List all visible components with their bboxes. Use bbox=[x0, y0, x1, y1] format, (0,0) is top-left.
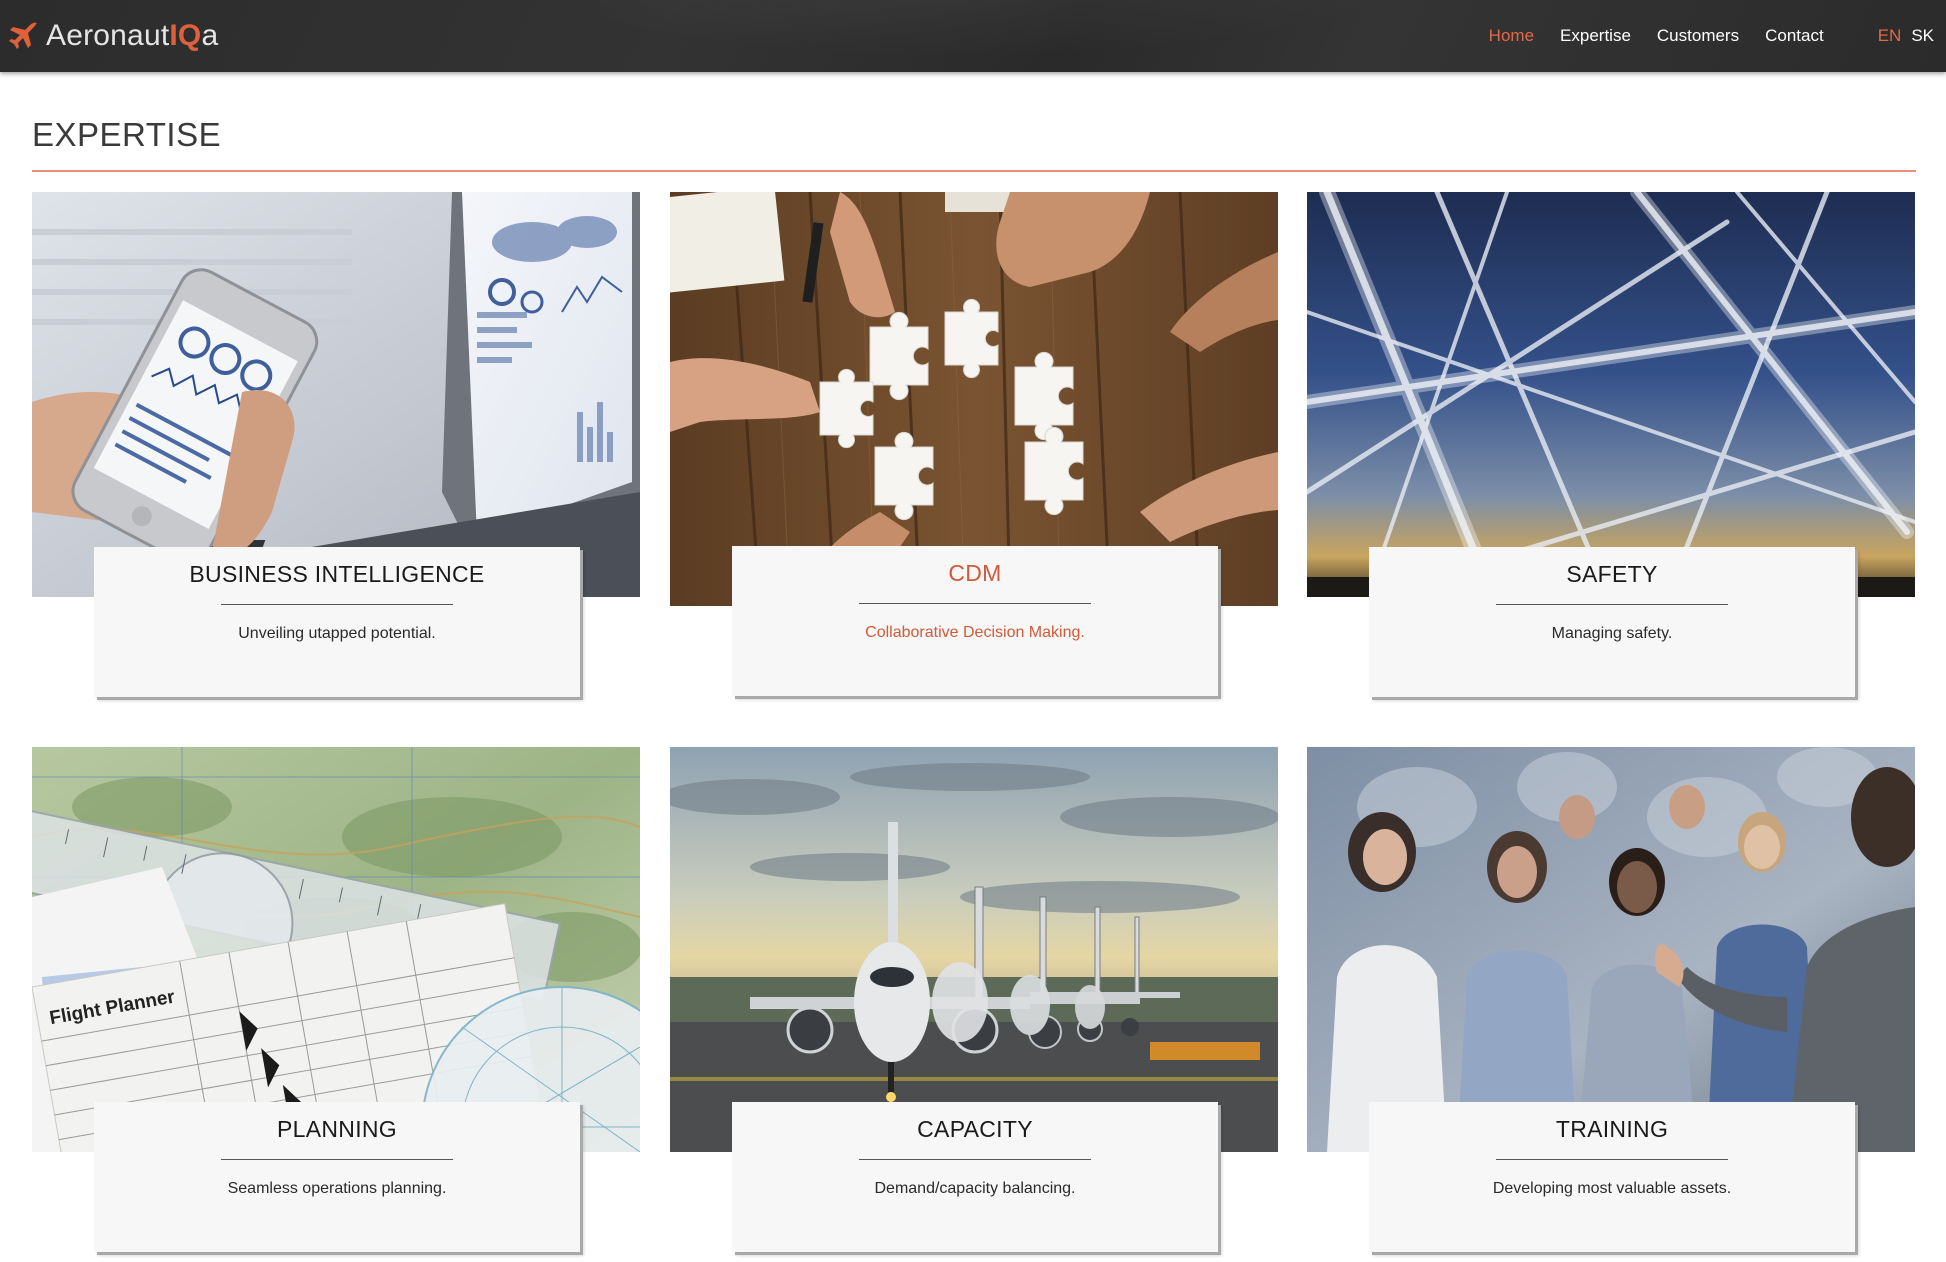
card-title: TRAINING bbox=[1555, 1116, 1669, 1142]
card-subtitle: Managing safety. bbox=[1551, 625, 1673, 642]
language-switcher: EN SK bbox=[1868, 26, 1934, 46]
card-cdm[interactable]: CDM Collaborative Decision Making. bbox=[670, 192, 1278, 702]
brand-name: AeronautIQa bbox=[46, 19, 219, 52]
card-subtitle: Seamless operations planning. bbox=[227, 1180, 447, 1197]
card-training[interactable]: TRAINING Developing most valuable assets… bbox=[1307, 747, 1915, 1257]
card-title: CAPACITY bbox=[917, 1116, 1033, 1142]
lang-en[interactable]: EN bbox=[1878, 26, 1902, 46]
card-title: PLANNING bbox=[277, 1116, 397, 1142]
nav-item-customers[interactable]: Customers bbox=[1657, 26, 1739, 46]
card-caption: PLANNING Seamless operations planning. bbox=[94, 1102, 580, 1252]
card-safety[interactable]: SAFETY Managing safety. bbox=[1307, 192, 1915, 702]
flight-planner-map-image: Flight Planner bbox=[32, 747, 640, 1152]
card-caption: TRAINING Developing most valuable assets… bbox=[1369, 1102, 1855, 1252]
card-subtitle: Unveiling utapped potential. bbox=[238, 625, 436, 642]
title-divider bbox=[32, 170, 1916, 172]
card-business-intelligence[interactable]: BUSINESS INTELLIGENCE Unveiling utapped … bbox=[32, 192, 640, 702]
caption-divider bbox=[221, 1159, 453, 1160]
airplanes-queue-image bbox=[670, 747, 1278, 1152]
puzzle-teamwork-image bbox=[670, 192, 1278, 606]
training-audience-image bbox=[1307, 747, 1915, 1152]
airplane-icon bbox=[9, 22, 37, 49]
card-caption: SAFETY Managing safety. bbox=[1369, 547, 1855, 697]
card-subtitle: Developing most valuable assets. bbox=[1492, 1180, 1732, 1197]
nav-item-contact[interactable]: Contact bbox=[1765, 26, 1824, 46]
caption-divider bbox=[859, 1159, 1091, 1160]
card-subtitle: Demand/capacity balancing. bbox=[874, 1180, 1076, 1197]
site-header: AeronautIQa Home Expertise Customers Con… bbox=[0, 0, 1946, 72]
card-subtitle: Collaborative Decision Making. bbox=[865, 624, 1085, 641]
card-caption: CDM Collaborative Decision Making. bbox=[732, 546, 1218, 696]
lang-sk[interactable]: SK bbox=[1911, 26, 1934, 46]
card-caption: BUSINESS INTELLIGENCE Unveiling utapped … bbox=[94, 547, 580, 697]
card-capacity[interactable]: CAPACITY Demand/capacity balancing. bbox=[670, 747, 1278, 1257]
caption-divider bbox=[221, 604, 453, 605]
card-title: CDM bbox=[948, 560, 1002, 586]
nav-item-home[interactable]: Home bbox=[1489, 26, 1534, 46]
card-caption: CAPACITY Demand/capacity balancing. bbox=[732, 1102, 1218, 1252]
analytics-devices-image bbox=[32, 192, 640, 597]
brand-logo[interactable]: AeronautIQa bbox=[8, 14, 218, 58]
caption-divider bbox=[1496, 1159, 1728, 1160]
card-title: BUSINESS INTELLIGENCE bbox=[189, 561, 485, 587]
contrails-sky-image bbox=[1307, 192, 1915, 597]
page-title: EXPERTISE bbox=[32, 116, 222, 153]
caption-divider bbox=[859, 603, 1091, 604]
nav-item-expertise[interactable]: Expertise bbox=[1560, 26, 1631, 46]
card-title: SAFETY bbox=[1566, 561, 1658, 587]
card-planning[interactable]: Flight Planner PLANNING Seamless operati… bbox=[32, 747, 640, 1257]
main-nav: Home Expertise Customers Contact EN SK bbox=[1489, 0, 1946, 72]
caption-divider bbox=[1496, 604, 1728, 605]
